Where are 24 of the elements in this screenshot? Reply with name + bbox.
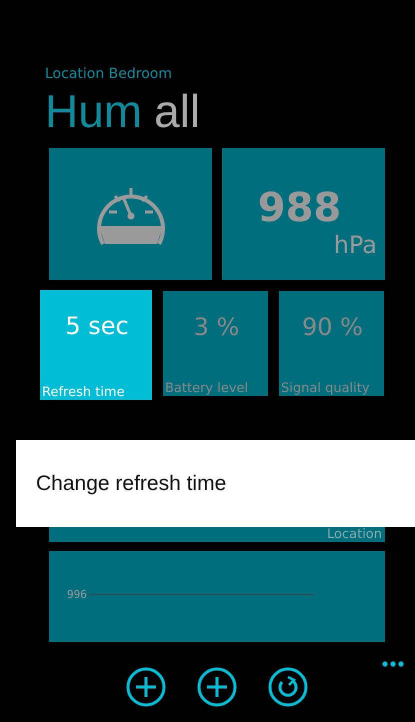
location-label: Location [327, 527, 382, 542]
tile-label: Signal quality [281, 381, 370, 396]
tile-value: 5 sec [65, 312, 129, 340]
gauge-tile[interactable] [49, 148, 212, 280]
more-icon[interactable] [382, 661, 404, 667]
tile-label: Refresh time [42, 385, 125, 400]
refresh-button[interactable] [268, 667, 308, 707]
tile-label: Battery level [165, 381, 248, 396]
add-button[interactable] [197, 667, 237, 707]
menu-item[interactable]: Change refresh time [36, 472, 226, 496]
info-tile[interactable]: 3 % Battery level [163, 291, 268, 396]
tile-value: 3 % [194, 313, 240, 341]
pivot-title[interactable]: all [154, 84, 200, 138]
pressure-value: 988 [258, 186, 342, 230]
tile-value: 90 % [302, 313, 363, 341]
pressure-tile[interactable]: 988 hPa [222, 148, 385, 280]
chart-tile[interactable]: 996 [49, 551, 385, 642]
info-tile[interactable]: 90 % Signal quality [279, 291, 384, 396]
info-tile[interactable]: 5 sec Refresh time [40, 290, 152, 400]
pressure-unit: hPa [334, 230, 377, 260]
pivot-title[interactable]: Hum [45, 84, 142, 138]
axis-tick-label: 996 [67, 588, 87, 601]
location-subtitle: Location Bedroom [45, 66, 173, 82]
add-button[interactable] [126, 667, 166, 707]
